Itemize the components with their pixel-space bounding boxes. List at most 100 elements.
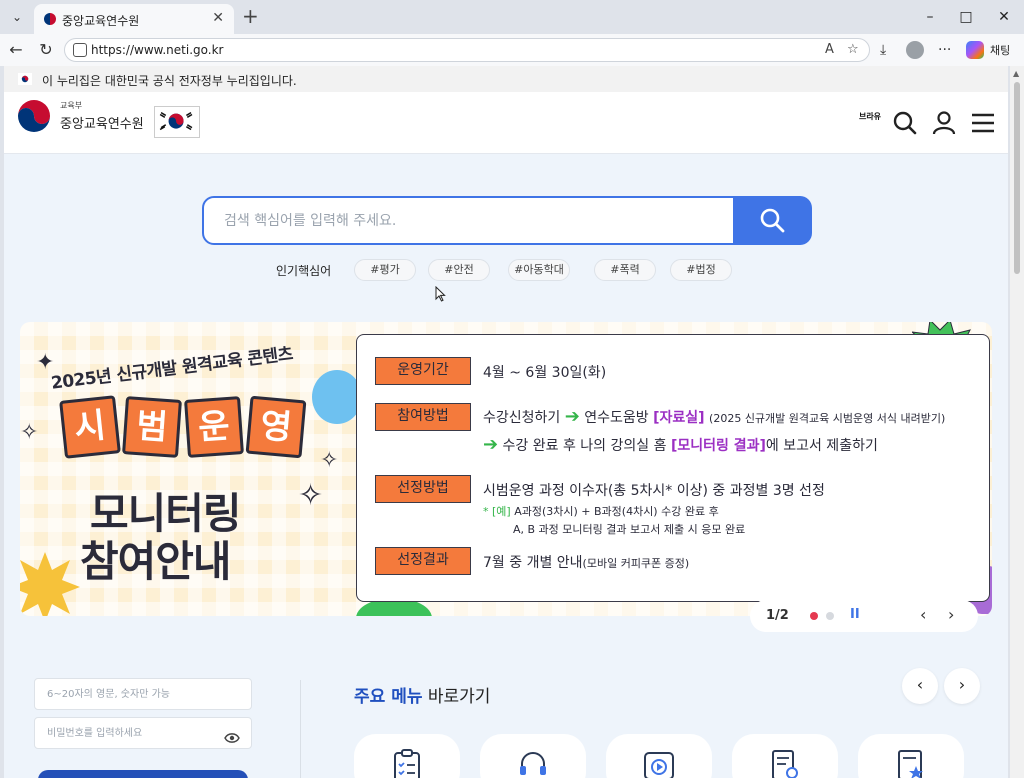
logo-site-name[interactable]: 중앙교육연수원 <box>60 113 144 132</box>
period-text: 4월 ~ 6월 30일(화) <box>483 365 607 381</box>
method-line1: 수강신청하기 ➔ 연수도움방 [자료실] (2025 신규개발 원격교육 시범운… <box>483 406 946 427</box>
mouse-cursor-icon <box>435 286 446 302</box>
chevron-right-icon[interactable]: › <box>948 605 954 624</box>
selection-text: 시범운영 과정 이수자(총 5차시* 이상) 중 과정별 3명 선정 <box>483 483 825 499</box>
minimize-button[interactable]: – <box>920 8 940 26</box>
chevron-left-icon[interactable]: ‹ <box>920 605 926 624</box>
site-info-icon[interactable] <box>73 43 87 57</box>
keyword-tag[interactable]: #안전 <box>428 259 490 281</box>
search-box <box>202 196 812 245</box>
chevron-right-icon: › <box>958 675 966 694</box>
clipboard-checklist-icon <box>394 749 420 778</box>
profile-avatar[interactable] <box>906 41 924 59</box>
popular-keywords: 인기핵심어 #평가 #안전 #아동학대 #폭력 #법정 <box>276 259 756 281</box>
site-header: 교육부 중앙교육연수원 브라유 <box>4 92 1008 154</box>
banner-pager: 1/2 II ‹ › <box>750 600 978 632</box>
copilot-label: 채팅 <box>990 44 1011 57</box>
braille-icon[interactable]: 브라유 <box>858 112 882 134</box>
headset-support-icon <box>520 752 546 775</box>
refresh-button[interactable]: ↻ <box>36 40 56 60</box>
banner-info-card: 운영기간 4월 ~ 6월 30일(화) 참여방법 수강신청하기 ➔ 연수도움방 … <box>356 334 990 602</box>
promo-banner[interactable]: ✦ ✧ ✧ ✧ 2025년 신규개발 원격교육 콘텐츠 시 범 운 영 모니터링… <box>20 322 992 616</box>
banner-title-tile: 범 <box>122 396 182 458</box>
popular-keywords-label: 인기핵심어 <box>276 264 332 278</box>
document-settings-icon <box>772 750 798 778</box>
close-icon[interactable]: ✕ <box>212 10 224 26</box>
video-play-icon <box>644 752 674 778</box>
scrollbar-thumb[interactable] <box>1014 82 1020 274</box>
copilot-icon <box>966 41 984 59</box>
arrow-right-icon: ➔ <box>483 434 499 455</box>
method-badge: 참여방법 <box>375 403 471 431</box>
arrow-right-icon: ➔ <box>564 406 580 427</box>
quick-menu-card[interactable] <box>606 734 712 778</box>
result-text: 7월 중 개별 안내(모바일 커피쿠폰 증정) <box>483 555 690 571</box>
korean-flag-icon <box>18 73 32 85</box>
maximize-button[interactable]: □ <box>956 8 976 26</box>
gov-banner-text[interactable]: 이 누리집은 대한민국 공식 전자정부 누리집입니다. <box>42 72 297 89</box>
banner-subtitle: 2025년 신규개발 원격교육 콘텐츠 <box>49 344 294 394</box>
eye-icon[interactable] <box>224 732 240 744</box>
password-input[interactable] <box>34 717 252 749</box>
search-icon <box>760 208 785 233</box>
korean-flag-button[interactable] <box>154 106 200 138</box>
period-badge: 운영기간 <box>375 357 471 385</box>
keyword-tag[interactable]: #폭력 <box>594 259 656 281</box>
taegeuk-favicon-icon <box>44 13 56 25</box>
address-bar[interactable]: https://www.neti.go.kr A ☆ <box>64 38 870 62</box>
pause-icon[interactable]: II <box>850 607 860 622</box>
back-button[interactable]: ← <box>6 40 26 60</box>
keyword-tag[interactable]: #법정 <box>670 259 732 281</box>
decor-burst <box>20 552 80 616</box>
web-page: 이 누리집은 대한민국 공식 전자정부 누리집입니다. 교육부 중앙교육연수원 … <box>4 66 1008 778</box>
sparkle-icon: ✧ <box>20 420 39 445</box>
login-button[interactable] <box>38 770 248 778</box>
banner-headline-line2: 참여안내 <box>80 537 232 586</box>
quick-menu-title: 주요 메뉴 바로가기 <box>354 687 491 707</box>
method-line2: ➔ 수강 완료 후 나의 강의실 홈 [모니터링 결과]에 보고서 제출하기 <box>483 434 878 455</box>
keyword-tag[interactable]: #아동학대 <box>508 259 570 281</box>
menu-prev-button[interactable]: ‹ <box>902 668 938 704</box>
quick-menu-card[interactable] <box>858 734 964 778</box>
ministry-logo-icon[interactable] <box>16 98 52 134</box>
user-id-input[interactable] <box>34 678 252 710</box>
banner-title-tile: 영 <box>245 395 307 459</box>
chevron-down-icon: ⌄ <box>11 10 23 24</box>
quick-menu-card[interactable] <box>354 734 460 778</box>
slide-dot[interactable] <box>826 612 834 620</box>
search-icon[interactable] <box>892 110 918 136</box>
result-badge: 선정결과 <box>375 547 471 575</box>
gov-banner: 이 누리집은 대한민국 공식 전자정부 누리집입니다. <box>4 66 1008 92</box>
menu-next-button[interactable]: › <box>944 668 980 704</box>
page-scrollbar[interactable]: ▲ <box>1010 66 1024 778</box>
decor-blob <box>312 370 362 424</box>
keyword-tag[interactable]: #평가 <box>354 259 416 281</box>
search-button[interactable] <box>733 196 812 245</box>
user-icon[interactable] <box>931 110 957 136</box>
chevron-left-icon: ‹ <box>916 675 924 694</box>
read-aloud-icon[interactable]: A <box>825 42 834 57</box>
scroll-up-arrow-icon[interactable]: ▲ <box>1013 69 1019 78</box>
korean-flag-icon <box>159 111 193 131</box>
window-close-button[interactable]: ✕ <box>994 8 1014 26</box>
selection-note1: * [예] A과정(3차시) + B과정(4차시) 수강 완료 후 <box>483 505 719 518</box>
hamburger-menu-icon[interactable] <box>970 110 996 136</box>
more-menu-icon[interactable]: ··· <box>938 40 951 60</box>
quick-menu-card[interactable] <box>480 734 586 778</box>
banner-title-tile: 시 <box>59 395 121 459</box>
tab-actions-menu-button[interactable]: ⌄ <box>6 7 28 27</box>
tab-title: 중앙교육연수원 <box>62 14 140 28</box>
slide-dot-active[interactable] <box>810 612 818 620</box>
url-text[interactable]: https://www.neti.go.kr <box>91 43 223 57</box>
copilot-chat-button[interactable]: 채팅 <box>966 39 1018 61</box>
browser-tab[interactable]: 중앙교육연수원 ✕ <box>34 4 234 34</box>
tab-strip: ⌄ 중앙교육연수원 ✕ + – □ ✕ <box>0 0 1024 34</box>
selection-note2: A, B 과정 모니터링 결과 보고서 제출 시 응모 완료 <box>513 523 746 536</box>
quick-menu-card[interactable] <box>732 734 838 778</box>
new-tab-button[interactable]: + <box>242 6 259 26</box>
star-document-icon <box>898 750 923 778</box>
favorite-star-icon[interactable]: ☆ <box>847 42 859 57</box>
downloads-icon[interactable]: ⤓ <box>880 40 886 60</box>
divider <box>300 680 301 778</box>
search-input[interactable] <box>224 210 704 232</box>
